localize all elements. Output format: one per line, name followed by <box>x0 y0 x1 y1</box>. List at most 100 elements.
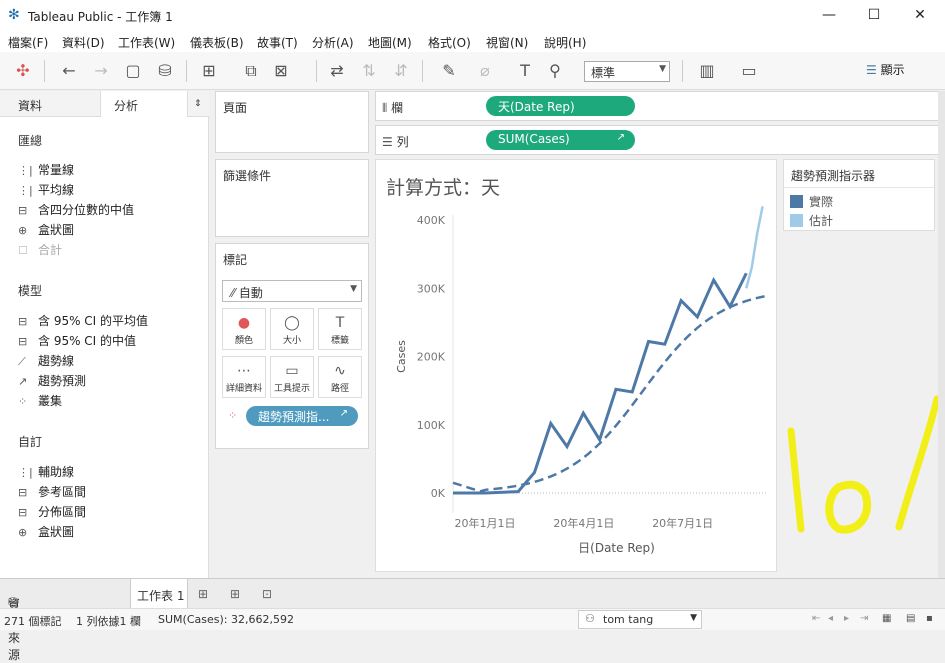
show-filmstrip-icon[interactable]: ▦ <box>882 613 891 624</box>
show-tabs-icon[interactable]: ▤ <box>906 613 915 624</box>
tableau-logo-icon: ✻ <box>8 7 24 23</box>
item-trend-line[interactable]: ⟋趨勢線 <box>18 352 74 370</box>
tooltip-icon: ▭ <box>271 363 313 381</box>
vertical-scrollbar[interactable] <box>938 91 945 578</box>
item-constant-line[interactable]: ⋮|常量線 <box>18 161 74 179</box>
item-median-quartiles[interactable]: ⊟含四分位數的中值 <box>18 201 134 219</box>
columns-pill[interactable]: 天(Date Rep) <box>486 96 635 116</box>
show-mark-labels-icon[interactable]: T <box>514 60 536 82</box>
minimize-button[interactable]: — <box>814 4 844 26</box>
sort-descending-icon[interactable]: ⇵ <box>390 60 412 82</box>
new-worksheet-icon[interactable]: ⊞ <box>198 60 220 82</box>
tab-analytics[interactable]: 分析 <box>114 97 138 114</box>
fix-axes-icon[interactable]: ⚲ <box>544 60 566 82</box>
item-average-ci[interactable]: ⊟含 95% CI 的平均值 <box>18 312 148 330</box>
item-distribution-band[interactable]: ⊟分佈區間 <box>18 503 86 521</box>
item-reference-band[interactable]: ⊟參考區間 <box>18 483 86 501</box>
rows-pill[interactable]: SUM(Cases) ↗ <box>486 130 635 150</box>
new-worksheet-icon[interactable]: ⊞ <box>198 587 208 601</box>
sort-ascending-icon[interactable]: ⇅ <box>358 60 380 82</box>
tab-worksheet-1[interactable]: 工作表 1 <box>130 579 188 609</box>
line-mark-icon: ⁄⁄ <box>231 286 235 300</box>
group-members-icon[interactable]: ⌀ <box>474 60 496 82</box>
new-story-icon[interactable]: ⊡ <box>262 587 272 601</box>
maximize-button[interactable]: ☐ <box>859 4 889 26</box>
legend-item-estimate[interactable]: 估計 <box>790 212 833 229</box>
item-box-plot[interactable]: ⊕盒狀圖 <box>18 221 74 239</box>
menu-file[interactable]: 檔案(F) <box>8 34 48 51</box>
item-cluster[interactable]: ⁘叢集 <box>18 392 62 410</box>
tab-data[interactable]: 資料 <box>18 97 42 114</box>
item-median-ci[interactable]: ⊟含 95% CI 的中值 <box>18 332 136 350</box>
item-forecast[interactable]: ↗趨勢預測 <box>18 372 86 390</box>
clear-sheet-icon[interactable]: ⊠ <box>270 60 292 82</box>
median-quartiles-icon: ⊟ <box>18 204 38 217</box>
reference-line-icon: ⋮| <box>18 466 38 479</box>
user-icon: ⚇ <box>585 612 595 625</box>
y-tick-label: 100K <box>417 419 446 432</box>
columns-shelf[interactable]: ⦀ 欄 天(Date Rep) <box>375 91 943 121</box>
menu-dashboard[interactable]: 儀表板(B) <box>190 34 244 51</box>
undo-icon[interactable]: ← <box>58 60 80 82</box>
path-mark-button[interactable]: ∿ 路徑 <box>318 356 362 398</box>
save-icon[interactable]: ▢ <box>122 60 144 82</box>
user-menu[interactable]: ⚇ tom tang ▼ <box>578 610 702 629</box>
duplicate-sheet-icon[interactable]: ⧉ <box>240 60 262 82</box>
tableau-start-icon[interactable]: ✣ <box>12 60 34 82</box>
next-sheet-icon[interactable]: ▸ <box>844 613 849 624</box>
item-totals: ☐合計 <box>18 241 62 259</box>
tooltip-mark-button[interactable]: ▭ 工具提示 <box>270 356 314 398</box>
detail-icon: ⋯ <box>223 363 265 381</box>
rows-shelf-label: ☰ 列 <box>382 133 409 150</box>
fit-select[interactable]: 標準 ▼ <box>584 61 670 82</box>
mark-type-select[interactable]: ⁄⁄ 自動 ▼ <box>222 280 362 302</box>
filters-card[interactable]: 篩選條件 <box>215 159 369 237</box>
redo-icon[interactable]: → <box>90 60 112 82</box>
marks-forecast-pill[interactable]: 趨勢預測指... ↗ <box>246 406 358 426</box>
size-mark-button[interactable]: ◯ 大小 <box>270 308 314 350</box>
item-average-line[interactable]: ⋮|平均線 <box>18 181 74 199</box>
menu-help[interactable]: 說明(H) <box>544 34 586 51</box>
swap-rows-columns-icon[interactable]: ⇄ <box>326 60 348 82</box>
color-mark-button[interactable]: ● 顏色 <box>222 308 266 350</box>
item-box-plot-custom[interactable]: ⊕盒狀圖 <box>18 523 74 541</box>
legend-title: 趨勢預測指示器 <box>791 167 875 184</box>
pane-tabs: 資料 分析 ⇕ <box>0 91 209 117</box>
new-data-source-icon[interactable]: ⛁ <box>154 60 176 82</box>
menu-story[interactable]: 故事(T) <box>257 34 298 51</box>
first-sheet-icon[interactable]: ⇤ <box>812 613 820 624</box>
pages-card-title: 頁面 <box>223 99 247 116</box>
menu-format[interactable]: 格式(O) <box>428 34 471 51</box>
title-bar: ✻ Tableau Public - 工作簿 1 — ☐ ✕ <box>0 0 945 30</box>
label-mark-button[interactable]: T 標籤 <box>318 308 362 350</box>
legend-item-actual[interactable]: 實際 <box>790 193 833 210</box>
show-me-button[interactable]: ☰ 顯示 <box>866 61 905 78</box>
yellow-doodle <box>777 231 945 578</box>
menu-window[interactable]: 視窗(N) <box>486 34 528 51</box>
x-tick-label: 20年4月1日 <box>553 516 614 530</box>
menu-analysis[interactable]: 分析(A) <box>312 34 354 51</box>
box-plot-icon: ⊕ <box>18 224 38 237</box>
status-bar: 271 個標記 1 列依據1 欄 SUM(Cases): 32,662,592 … <box>0 608 945 630</box>
last-sheet-icon[interactable]: ⇥ <box>860 613 868 624</box>
rows-shelf[interactable]: ☰ 列 SUM(Cases) ↗ <box>375 125 943 155</box>
close-button[interactable]: ✕ <box>905 4 935 26</box>
menu-data[interactable]: 資料(D) <box>62 34 105 51</box>
columns-shelf-label: ⦀ 欄 <box>382 99 403 116</box>
line-chart: 計算方式：天0K100K200K300K400K20年1月1日20年4月1日20… <box>376 160 778 573</box>
item-reference-line[interactable]: ⋮|輔助線 <box>18 463 74 481</box>
chart-title: 計算方式：天 <box>386 177 500 199</box>
new-dashboard-icon[interactable]: ⊞ <box>230 587 240 601</box>
menu-worksheet[interactable]: 工作表(W) <box>118 34 175 51</box>
menu-map[interactable]: 地圖(M) <box>368 34 412 51</box>
detail-mark-button[interactable]: ⋯ 詳細資料 <box>222 356 266 398</box>
pane-menu-icon[interactable]: ⇕ <box>194 99 202 109</box>
show-sheet-sorter-icon[interactable]: ▪ <box>926 613 933 624</box>
x-tick-label: 20年7月1日 <box>652 516 713 530</box>
series-line <box>453 273 746 493</box>
pages-card[interactable]: 頁面 <box>215 91 369 153</box>
prev-sheet-icon[interactable]: ◂ <box>828 613 833 624</box>
presentation-mode-icon[interactable]: ▭ <box>738 60 760 82</box>
highlight-icon[interactable]: ✎ <box>438 60 460 82</box>
show-cards-icon[interactable]: ▥ <box>696 60 718 82</box>
